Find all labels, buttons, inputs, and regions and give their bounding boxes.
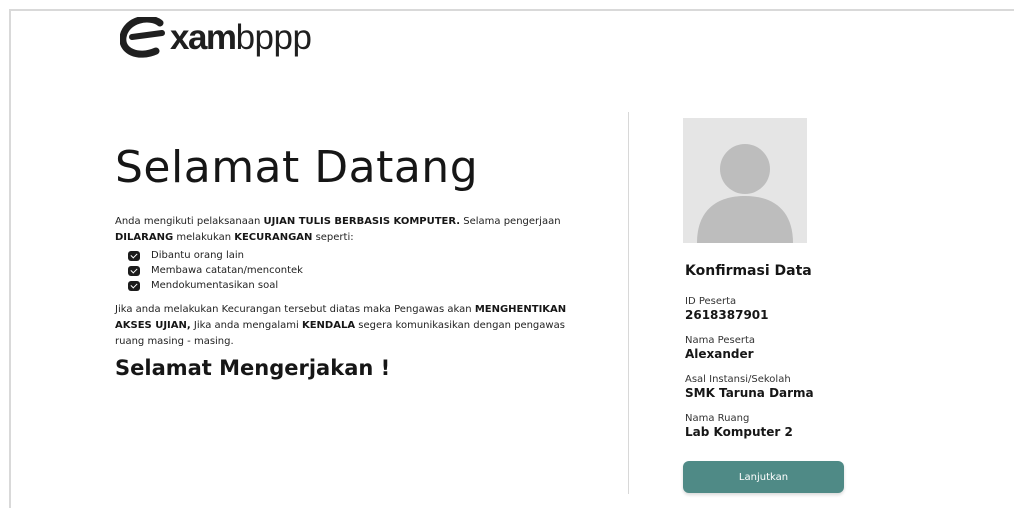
intro-text: seperti: <box>312 232 354 243</box>
list-item: Dibantu orang lain <box>128 248 303 263</box>
vertical-divider <box>628 112 629 494</box>
intro-bold-forbidden: DILARANG <box>115 232 174 243</box>
avatar <box>683 118 807 243</box>
intro-text: Selama pengerjaan <box>460 216 561 227</box>
field-label: Nama Ruang <box>685 413 750 424</box>
field-label: Nama Peserta <box>685 335 756 346</box>
user-placeholder-icon <box>697 144 793 243</box>
rules-list: Dibantu orang lain Membawa catatan/menco… <box>128 248 303 293</box>
logo-e-icon <box>120 17 165 58</box>
page-title: Selamat Datang <box>115 142 479 193</box>
logo-text-light: bppp <box>235 18 312 57</box>
warning-paragraph: Jika anda melakukan Kecurangan tersebut … <box>115 302 595 350</box>
confirm-title: Konfirmasi Data <box>685 263 812 279</box>
check-box-icon <box>128 265 140 276</box>
field-value: 2618387901 <box>685 308 769 322</box>
list-item: Membawa catatan/mencontek <box>128 263 303 278</box>
intro-text: melakukan <box>173 232 235 243</box>
field-school: Asal Instansi/Sekolah SMK Taruna Darma <box>685 374 814 400</box>
rule-text: Mendokumentasikan soal <box>151 280 279 291</box>
logo-text-bold: xam <box>170 18 237 57</box>
field-participant-id: ID Peserta 2618387901 <box>685 296 769 322</box>
field-room: Nama Ruang Lab Komputer 2 <box>685 413 793 439</box>
check-box-icon <box>128 280 140 291</box>
intro-bold-cheating: KECURANGAN <box>234 232 313 243</box>
rule-text: Dibantu orang lain <box>151 250 244 261</box>
warning-bold-obstacle: KENDALA <box>301 320 356 331</box>
check-box-icon <box>128 250 140 261</box>
field-value: Alexander <box>685 347 754 361</box>
closing-heading: Selamat Mengerjakan ! <box>115 356 391 380</box>
field-participant-name: Nama Peserta Alexander <box>685 335 755 361</box>
warning-text: Jika anda mengalami <box>190 320 302 331</box>
intro-bold-exam: UJIAN TULIS BERBASIS KOMPUTER. <box>263 216 461 227</box>
continue-button[interactable]: Lanjutkan <box>683 461 844 493</box>
field-value: SMK Taruna Darma <box>685 386 814 400</box>
field-value: Lab Komputer 2 <box>685 425 793 439</box>
field-label: ID Peserta <box>685 296 737 307</box>
warning-text: Jika anda melakukan Kecurangan tersebut … <box>115 304 475 315</box>
intro-paragraph: Anda mengikuti pelaksanaan UJIAN TULIS B… <box>115 214 585 246</box>
brand-logo: xam bppp <box>120 14 312 62</box>
field-label: Asal Instansi/Sekolah <box>685 374 791 385</box>
intro-text: Anda mengikuti pelaksanaan <box>115 216 264 227</box>
rule-text: Membawa catatan/mencontek <box>151 265 303 276</box>
list-item: Mendokumentasikan soal <box>128 278 303 293</box>
